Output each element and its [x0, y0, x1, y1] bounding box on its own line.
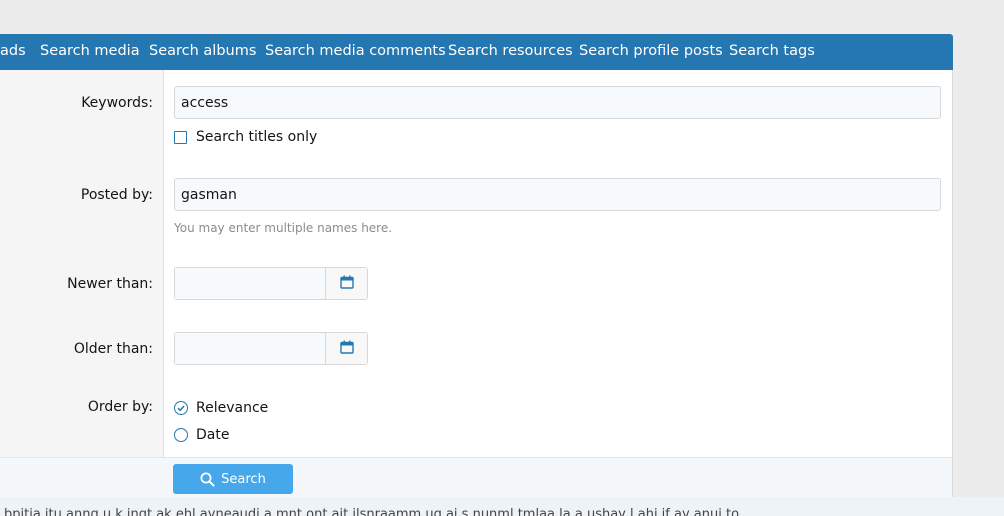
older-than-label: Older than: — [73, 341, 153, 357]
check-icon — [177, 405, 185, 412]
tab-search-resources[interactable]: Search resources — [448, 34, 573, 70]
newer-than-input[interactable] — [175, 268, 326, 299]
newer-than-date-picker — [174, 267, 368, 300]
bottom-notice: bpitia itu anng u k ingt ak ehl ayneaudi… — [0, 497, 1004, 516]
titles-only-label: Search titles only — [196, 129, 318, 145]
tab-search-tags[interactable]: Search tags — [729, 34, 815, 70]
tab-search-media[interactable]: Search media — [40, 34, 140, 70]
calendar-icon — [339, 339, 354, 358]
titles-only-option[interactable]: Search titles only — [174, 128, 317, 146]
newer-than-calendar-button[interactable] — [326, 268, 367, 299]
search-tabs: ads Search media Search albums Search me… — [0, 34, 953, 70]
order-relevance-option[interactable]: Relevance — [174, 399, 268, 417]
search-button[interactable]: Search — [173, 464, 293, 494]
keywords-label: Keywords: — [81, 95, 153, 111]
posted-by-hint: You may enter multiple names here. — [174, 221, 393, 235]
tab-search-albums[interactable]: Search albums — [149, 34, 256, 70]
posted-by-label: Posted by: — [80, 187, 153, 203]
keywords-input[interactable]: access — [174, 86, 941, 119]
bottom-notice-text: bpitia itu anng u k ingt ak ehl ayneaudi… — [4, 507, 740, 516]
older-than-calendar-button[interactable] — [326, 333, 367, 364]
posted-by-input[interactable]: gasman — [174, 178, 941, 211]
order-date-option[interactable]: Date — [174, 426, 229, 444]
relevance-label: Relevance — [196, 400, 269, 416]
calendar-icon — [339, 274, 354, 293]
search-page: ads Search media Search albums Search me… — [0, 0, 1004, 516]
older-than-date-picker — [174, 332, 368, 365]
relevance-radio[interactable] — [174, 401, 188, 415]
form-footer: Search — [0, 457, 953, 498]
tab-search-media-comments[interactable]: Search media comments — [265, 34, 446, 70]
tab-search-threads[interactable]: ads — [0, 34, 26, 70]
tab-search-profile-posts[interactable]: Search profile posts — [579, 34, 723, 70]
order-by-label: Order by: — [87, 399, 153, 415]
search-form: Keywords: access Search titles only Post… — [0, 70, 953, 457]
newer-than-label: Newer than: — [67, 276, 153, 292]
date-radio[interactable] — [174, 428, 188, 442]
older-than-input[interactable] — [175, 333, 326, 364]
date-label: Date — [196, 427, 230, 443]
titles-only-checkbox[interactable] — [174, 130, 187, 144]
search-icon — [200, 472, 215, 487]
search-button-label: Search — [221, 471, 266, 487]
